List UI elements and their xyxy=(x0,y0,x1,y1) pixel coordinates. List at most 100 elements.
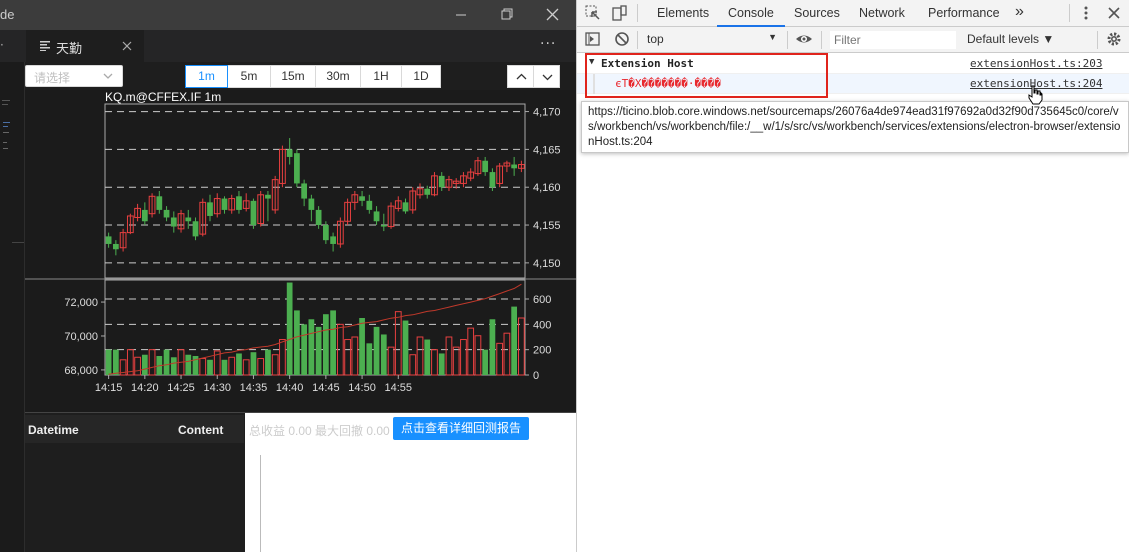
tab-console[interactable]: Console xyxy=(728,6,774,20)
chart-title: KQ.m@CFFEX.IF 1m xyxy=(105,90,221,104)
clear-console-icon[interactable] xyxy=(614,31,630,47)
volume-bar xyxy=(330,310,336,375)
dropdown-arrow-icon: ▼ xyxy=(768,32,777,42)
candle-body xyxy=(192,221,199,237)
kebab-menu-icon[interactable] xyxy=(1080,5,1092,21)
minimize-button[interactable] xyxy=(438,0,484,30)
console-output: ▼ Extension Host extensionHost.ts:203 єТ… xyxy=(577,53,1129,552)
candle-body xyxy=(236,196,242,210)
source-link-tooltip: https://ticino.blob.core.windows.net/sou… xyxy=(581,101,1129,153)
volume-bar xyxy=(452,346,460,376)
chart-toolbar: 请选择 1m 5m 15m 30m 1H 1D xyxy=(25,62,576,90)
time-tick-label: 14:45 xyxy=(312,382,340,394)
more-actions-button[interactable]: ··· xyxy=(540,36,556,52)
view-report-button[interactable]: 点击查看详细回测报告 xyxy=(393,417,529,440)
volume-bar xyxy=(134,356,141,376)
inspect-element-icon[interactable] xyxy=(585,5,601,21)
kline-chart[interactable]: KQ.m@CFFEX.IF 1m 4,150 4,155 4,160 4,165 4,1… xyxy=(25,90,576,412)
volume-bar xyxy=(301,324,308,375)
code-minimap xyxy=(2,100,24,243)
time-tick-label: 14:50 xyxy=(348,382,376,394)
toolbar-separator xyxy=(1097,31,1098,49)
candle-body xyxy=(286,149,293,157)
volume-tick-label: 400 xyxy=(533,319,551,331)
volume-bar xyxy=(236,353,242,375)
price-tick-label: 4,165 xyxy=(533,144,561,156)
period-button-1d[interactable]: 1D xyxy=(401,65,441,88)
period-button-30m[interactable]: 30m xyxy=(315,65,361,88)
more-tabs-button[interactable]: » xyxy=(1015,3,1024,21)
close-icon[interactable] xyxy=(1106,5,1122,21)
source-link[interactable]: extensionHost.ts:203 xyxy=(970,57,1102,70)
volume-bar xyxy=(402,320,409,375)
volume-bar xyxy=(148,349,156,376)
price-tick-label: 4,155 xyxy=(533,220,561,232)
select-placeholder: 请选择 xyxy=(34,71,71,85)
period-button-group: 1m 5m 15m 30m 1H 1D xyxy=(185,65,441,88)
tab-performance[interactable]: Performance xyxy=(928,6,1000,20)
time-tick-label: 14:40 xyxy=(276,382,304,394)
period-button-1m[interactable]: 1m xyxy=(185,65,228,88)
volume-bar xyxy=(387,346,395,376)
log-table-header: Datetime Content xyxy=(25,415,244,443)
volume-bar xyxy=(185,354,192,375)
toolbar-separator xyxy=(637,4,638,22)
volume-bar xyxy=(518,317,525,376)
chevron-down-icon xyxy=(542,74,553,81)
tab-sources[interactable]: Sources xyxy=(794,6,840,20)
column-header-content[interactable]: Content xyxy=(178,423,223,437)
volume-bar xyxy=(271,354,279,376)
volume-bar xyxy=(279,339,286,376)
tab-close-icon[interactable] xyxy=(120,39,134,53)
volume-bar xyxy=(308,319,315,375)
volume-bar xyxy=(474,335,482,376)
volume-bar xyxy=(445,336,453,376)
tab-elements[interactable]: Elements xyxy=(657,6,709,20)
toolbar-separator xyxy=(821,31,822,49)
zoom-out-button[interactable] xyxy=(533,65,560,88)
candle-body xyxy=(221,198,228,210)
tab-tianqin[interactable]: 天勤 xyxy=(26,30,144,62)
hand-cursor-icon xyxy=(1028,85,1043,105)
console-filter-input[interactable] xyxy=(830,31,956,49)
gear-icon[interactable] xyxy=(1106,31,1122,47)
volume-bar xyxy=(394,311,402,376)
volume-bar xyxy=(163,349,170,375)
kline-chart-svg[interactable]: KQ.m@CFFEX.IF 1m 4,150 4,155 4,160 4,165 4,1… xyxy=(25,90,576,412)
toolbar-separator xyxy=(637,31,638,49)
volume-bar xyxy=(105,349,112,375)
candle-body xyxy=(359,196,365,201)
volume-bar xyxy=(511,306,518,375)
price-tick-label: 4,170 xyxy=(533,107,561,119)
close-window-button[interactable] xyxy=(530,0,576,30)
context-selector[interactable]: top ▼ xyxy=(647,32,777,46)
candle-body xyxy=(105,236,112,244)
window-title: de xyxy=(0,7,15,22)
zoom-in-button[interactable] xyxy=(507,65,534,88)
sidebar-toggle-icon[interactable] xyxy=(585,31,601,47)
live-expression-eye-icon[interactable] xyxy=(795,31,813,47)
candle-body xyxy=(163,209,170,218)
chevron-up-icon xyxy=(516,73,527,80)
console-toolbar: top ▼ Default levels ▼ xyxy=(577,27,1129,53)
candle-body xyxy=(482,160,489,173)
period-button-15m[interactable]: 15m xyxy=(270,65,316,88)
column-header-datetime[interactable]: Datetime xyxy=(28,423,79,437)
volume-bar xyxy=(315,326,322,375)
restore-button[interactable] xyxy=(484,0,530,30)
symbol-select[interactable]: 请选择 xyxy=(25,65,123,87)
tab-network[interactable]: Network xyxy=(859,6,905,20)
period-button-1h[interactable]: 1H xyxy=(360,65,402,88)
period-button-5m[interactable]: 5m xyxy=(227,65,271,88)
candle-body xyxy=(170,217,177,227)
candle-body xyxy=(330,236,336,244)
candle-body xyxy=(322,225,329,241)
volume-bar xyxy=(409,354,417,376)
volume-bar xyxy=(265,349,271,375)
candle-body xyxy=(265,194,271,199)
candle-layer xyxy=(105,138,525,256)
bottom-panels: Datetime Content 总收益 0.00 最大回撤 0.00 点击查看… xyxy=(25,412,576,552)
log-levels-dropdown[interactable]: Default levels ▼ xyxy=(967,32,1054,46)
candle-body xyxy=(294,153,300,184)
device-toolbar-icon[interactable] xyxy=(612,5,628,21)
